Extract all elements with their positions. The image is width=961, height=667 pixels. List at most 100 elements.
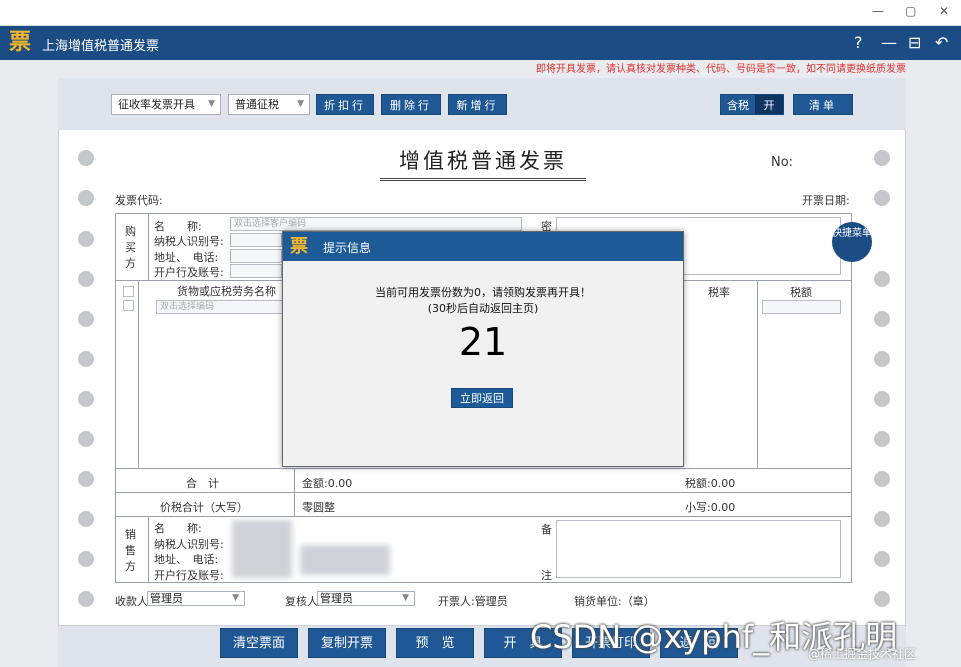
reviewer-select[interactable]: 管理员 ▼ <box>317 591 415 606</box>
invoice-date-label: 开票日期: <box>802 194 850 207</box>
invoice-title: 增值税普通发票 <box>380 145 586 181</box>
invoice-code-label: 发票代码: <box>115 194 163 207</box>
tax-amount-input[interactable] <box>762 300 841 314</box>
dialog-title: 提示信息 <box>323 241 372 255</box>
punch-hole <box>874 150 890 166</box>
minimize-icon[interactable]: — <box>881 33 897 52</box>
table-border <box>115 516 852 517</box>
seller-name-label: 名 称: <box>154 522 202 535</box>
punch-hole <box>874 511 890 527</box>
punch-hole <box>78 511 94 527</box>
table-border <box>294 468 295 516</box>
tax-inclusive-label: 含税 <box>727 99 749 112</box>
table-border <box>851 213 852 583</box>
issuer-label: 开票人:管理员 <box>438 595 508 608</box>
copy-invoice-button[interactable]: 复制开票 <box>308 628 386 658</box>
punch-hole <box>874 311 890 327</box>
price-tax-upper: 零圆整 <box>302 501 335 514</box>
punch-hole <box>78 591 94 607</box>
reviewer-value: 管理员 <box>320 592 353 605</box>
preview-button[interactable]: 预 览 <box>396 628 474 658</box>
close-window-icon[interactable]: ✕ <box>939 4 949 18</box>
quick-menu-button[interactable]: 快捷菜单 <box>832 222 872 262</box>
table-border <box>115 492 852 493</box>
restore-icon[interactable]: ⊟ <box>908 33 921 52</box>
payee-select[interactable]: 管理员 ▼ <box>147 591 245 606</box>
remark-area[interactable] <box>556 520 841 578</box>
buyer-address-input[interactable] <box>230 249 282 263</box>
table-border <box>115 213 852 214</box>
seller-address-label: 地址、 电话: <box>154 553 219 566</box>
buyer-taxid-label: 纳税人识别号: <box>154 235 224 248</box>
buyer-name-input[interactable]: 双击选择客户编码 <box>230 217 522 231</box>
chevron-down-icon: ▼ <box>402 593 409 603</box>
punch-hole <box>874 431 890 447</box>
buyer-address-label: 地址、 电话: <box>154 251 219 264</box>
punch-hole <box>78 391 94 407</box>
restore-window-icon[interactable]: ▢ <box>905 4 916 18</box>
seller-unit-label: 销货单位:（章） <box>574 595 655 608</box>
warning-text: 即将开具发票，请认真核对发票种类、代码、号码是否一致，如不同请更换纸质发票 <box>536 64 906 75</box>
help-icon[interactable]: ? <box>854 33 863 52</box>
app-title: 上海增值税普通发票 <box>42 39 160 54</box>
seller-bank-label: 开户行及账号: <box>154 569 224 582</box>
goods-name-input[interactable]: 双击选择编码 <box>156 300 284 314</box>
table-border <box>148 213 149 280</box>
punch-hole <box>78 150 94 166</box>
punch-hole <box>78 311 94 327</box>
tax-mode-select[interactable]: 普通征税 ▼ <box>228 94 310 115</box>
watermark-sub: @稀土掘金技术社区 <box>808 647 917 661</box>
tax-amount-header: 税额 <box>790 286 812 299</box>
table-border <box>138 280 139 468</box>
info-dialog: 票 提示信息 当前可用发票份数为0，请领购发票再开具！ (30秒后自动返回主页)… <box>282 231 684 467</box>
select-all-checkbox[interactable] <box>123 286 134 297</box>
punch-hole <box>78 471 94 487</box>
table-border <box>115 213 116 583</box>
dialog-logo: 票 <box>290 236 308 257</box>
punch-hole <box>78 231 94 247</box>
tax-rate-header: 税率 <box>708 286 730 299</box>
dialog-header: 票 提示信息 <box>283 232 683 261</box>
delete-row-button[interactable]: 删除行 <box>381 94 441 115</box>
punch-hole <box>874 591 890 607</box>
tax-mode-value: 普通征税 <box>235 98 279 111</box>
minimize-window-icon[interactable]: — <box>872 4 884 18</box>
punch-hole <box>78 190 94 206</box>
table-border <box>148 516 149 582</box>
app-logo: 票 <box>7 30 33 56</box>
chevron-down-icon: ▼ <box>232 593 239 603</box>
punch-hole <box>874 391 890 407</box>
chevron-down-icon: ▼ <box>297 99 304 109</box>
tax-total: 税额:0.00 <box>685 477 736 490</box>
punch-hole <box>78 431 94 447</box>
redacted-seller-info <box>300 545 390 575</box>
back-icon[interactable]: ↶ <box>935 33 948 52</box>
buyer-bank-label: 开户行及账号: <box>154 266 224 279</box>
table-border <box>757 280 758 468</box>
buyer-taxid-input[interactable] <box>230 233 282 247</box>
punch-hole <box>874 271 890 287</box>
seller-taxid-label: 纳税人识别号: <box>154 538 224 551</box>
punch-hole <box>874 351 890 367</box>
table-border <box>115 468 852 469</box>
punch-hole <box>874 471 890 487</box>
buyer-name-label: 名 称: <box>154 220 202 233</box>
seller-section-label: 销售方 <box>125 528 136 573</box>
new-row-button[interactable]: 新增行 <box>448 94 507 115</box>
punch-hole <box>78 351 94 367</box>
invoice-type-select[interactable]: 征收率发票开具 ▼ <box>111 94 221 115</box>
payee-value: 管理员 <box>150 592 183 605</box>
goods-name-header: 货物或应税劳务名称 <box>177 285 276 298</box>
amount-total: 金额:0.00 <box>302 477 353 490</box>
list-button[interactable]: 清单 <box>793 94 853 115</box>
buyer-bank-input[interactable] <box>230 264 282 278</box>
dialog-message: 当前可用发票份数为0，请领购发票再开具！ <box>375 286 591 299</box>
punch-hole <box>874 551 890 567</box>
tax-inclusive-toggle[interactable]: 含税开 <box>720 94 784 115</box>
row-checkbox[interactable] <box>123 300 134 311</box>
remark-label-bottom: 注 <box>541 569 552 582</box>
return-now-button[interactable]: 立即返回 <box>451 388 513 408</box>
discount-row-button[interactable]: 折扣行 <box>316 94 374 115</box>
punch-hole <box>874 190 890 206</box>
clear-form-button[interactable]: 清空票面 <box>220 628 298 658</box>
